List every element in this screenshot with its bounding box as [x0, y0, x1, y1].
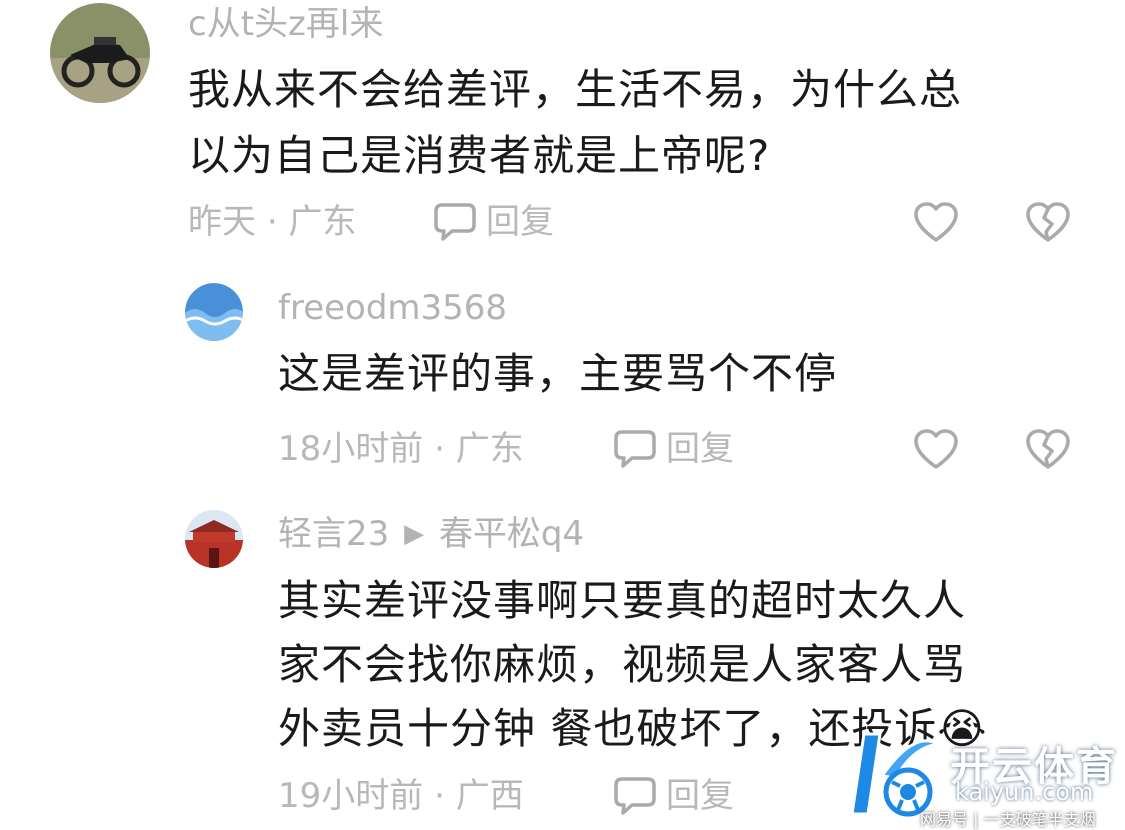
- speech-bubble-icon: [614, 777, 656, 815]
- like-button[interactable]: [912, 427, 960, 471]
- comment-time: 18小时前: [278, 429, 424, 469]
- comment-location: 广东: [455, 429, 524, 469]
- speech-bubble-icon: [614, 430, 656, 468]
- like-button[interactable]: [912, 200, 960, 244]
- comment-text-line: 其实差评没事啊只要真的超时太久人: [278, 576, 967, 625]
- comment-location: 广西: [455, 776, 524, 816]
- meta-separator: ·: [266, 202, 278, 242]
- comment-meta: 昨天 · 广东: [188, 200, 356, 244]
- comment-text-line: 我从来不会给差评，生活不易，为什么总: [188, 65, 963, 114]
- heart-icon: [914, 429, 958, 469]
- reply-button[interactable]: 回复: [612, 774, 734, 818]
- broken-heart-icon: [1026, 202, 1070, 242]
- comment-meta: 18小时前 · 广东: [278, 427, 524, 471]
- red-building-avatar-icon: [185, 510, 243, 568]
- comment-text: 外卖员十分钟 餐也破坏了，还投诉: [278, 704, 938, 753]
- user-avatar[interactable]: [50, 3, 150, 103]
- user-avatar[interactable]: [185, 283, 243, 341]
- watermark-source: 网易号 | 一支破笔半支烟: [920, 810, 1096, 829]
- heart-icon: [914, 202, 958, 242]
- speech-bubble-icon: [434, 203, 476, 241]
- dislike-button[interactable]: [1024, 200, 1072, 244]
- watermark-domain: kaiyun.com: [955, 778, 1094, 806]
- comment-time: 昨天: [188, 202, 256, 242]
- meta-separator: ·: [434, 429, 445, 469]
- blue-wave-avatar-icon: [185, 283, 243, 341]
- reply-label: 回复: [666, 429, 734, 469]
- reply-label: 回复: [666, 776, 734, 816]
- comment-meta: 19小时前 · 广西: [278, 774, 524, 818]
- reply-button[interactable]: 回复: [432, 200, 554, 244]
- meta-separator: ·: [434, 776, 445, 816]
- reply-to-username[interactable]: 春平松q4: [439, 514, 584, 554]
- comment-username[interactable]: freeodm3568: [278, 286, 507, 330]
- reply-label: 回复: [486, 202, 554, 242]
- motorcycle-avatar-icon: [50, 3, 150, 103]
- broken-heart-icon: [1026, 429, 1070, 469]
- comment-username[interactable]: c从t头z再l来: [188, 2, 383, 46]
- user-avatar[interactable]: [185, 510, 243, 568]
- comment-username-line: 轻言23 ▶ 春平松q4: [278, 512, 584, 556]
- comment-location: 广东: [288, 202, 357, 242]
- reply-button[interactable]: 回复: [612, 427, 734, 471]
- comment-text-line: 家不会找你麻烦，视频是人家客人骂: [278, 640, 967, 689]
- comment-time: 19小时前: [278, 776, 424, 816]
- dislike-button[interactable]: [1024, 427, 1072, 471]
- comment-text-line: 这是差评的事，主要骂个不停: [278, 349, 838, 398]
- comment-text-line: 以为自己是消费者就是上帝呢?: [188, 131, 771, 180]
- reply-to-arrow-icon: ▶: [404, 519, 425, 549]
- comment-username[interactable]: 轻言23: [278, 514, 389, 554]
